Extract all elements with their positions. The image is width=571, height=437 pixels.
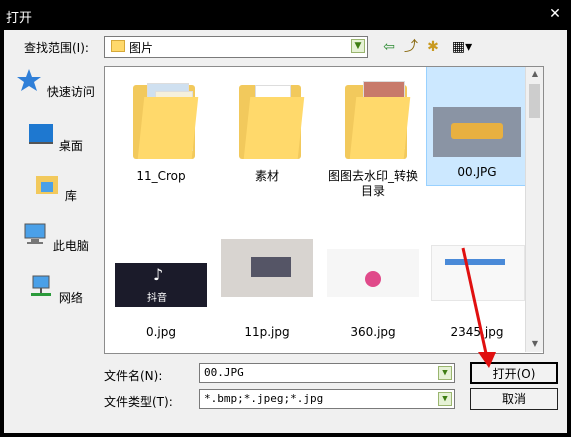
image-thumbnail bbox=[217, 239, 317, 351]
folder-icon bbox=[323, 71, 423, 169]
look-in-label: 查找范围(I): bbox=[24, 41, 89, 55]
place-library[interactable]: 库 bbox=[14, 172, 96, 204]
network-icon bbox=[31, 275, 52, 296]
place-label: 网络 bbox=[58, 291, 83, 305]
place-label: 库 bbox=[64, 189, 77, 203]
star-icon bbox=[17, 69, 42, 91]
file-item-folder[interactable]: 素材 bbox=[217, 71, 317, 184]
dialog-body: 查找范围(I): 图片 ▼ ⇦ ⤴ ✱ ▦▾ 快速访问 桌面 库 此电脑 网络 … bbox=[4, 30, 567, 433]
file-name: 00.JPG bbox=[457, 165, 497, 179]
filename-label: 文件名(N): bbox=[104, 369, 163, 383]
file-item-image[interactable]: 360.jpg bbox=[323, 239, 423, 340]
open-file-dialog: 打开 ✕ 查找范围(I): 图片 ▼ ⇦ ⤴ ✱ ▦▾ 快速访问 桌面 库 此电… bbox=[0, 0, 571, 437]
image-thumbnail bbox=[427, 67, 527, 165]
place-desktop[interactable]: 桌面 bbox=[14, 122, 96, 154]
place-quick-access[interactable]: 快速访问 bbox=[14, 68, 96, 100]
chevron-down-icon[interactable]: ▼ bbox=[438, 392, 452, 406]
dialog-title: 打开 bbox=[6, 11, 33, 26]
filetype-value: *.bmp;*.jpeg;*.jpg bbox=[204, 392, 324, 405]
scrollbar-thumb[interactable] bbox=[529, 84, 540, 118]
file-name: 素材 bbox=[254, 169, 279, 183]
places-bar: 快速访问 桌面 库 此电脑 网络 bbox=[14, 66, 96, 354]
folder-icon bbox=[111, 40, 125, 52]
cancel-button[interactable]: 取消 bbox=[470, 388, 558, 410]
close-icon[interactable]: ✕ bbox=[547, 6, 563, 22]
back-icon[interactable]: ⇦ bbox=[380, 38, 398, 56]
image-thumbnail bbox=[427, 239, 527, 351]
file-item-image[interactable]: ♪ 抖音 0.jpg bbox=[111, 239, 211, 340]
scroll-up-icon[interactable]: ▲ bbox=[526, 67, 543, 82]
vertical-scrollbar[interactable]: ▲ ▼ bbox=[525, 67, 543, 352]
place-label: 快速访问 bbox=[46, 85, 95, 99]
title-bar: 打开 ✕ bbox=[0, 0, 571, 30]
file-list: 11_Crop 素材 图图去水印_转换目录 00.JPG ♪ 抖音 0.jpg … bbox=[104, 66, 544, 354]
library-icon bbox=[36, 176, 59, 194]
image-thumbnail bbox=[323, 239, 423, 351]
filetype-label: 文件类型(T): bbox=[104, 395, 173, 409]
file-name: 图图去水印_转换目录 bbox=[327, 169, 418, 198]
new-folder-icon[interactable]: ✱ bbox=[424, 38, 442, 56]
file-item-image[interactable]: 11p.jpg bbox=[217, 239, 317, 340]
file-item-selected[interactable]: 00.JPG bbox=[426, 67, 528, 186]
chevron-down-icon[interactable]: ▼ bbox=[438, 366, 452, 380]
up-folder-icon[interactable]: ⤴ bbox=[402, 38, 420, 56]
place-network[interactable]: 网络 bbox=[14, 274, 96, 306]
filename-value: 00.JPG bbox=[204, 366, 244, 379]
file-item-folder[interactable]: 11_Crop bbox=[111, 71, 211, 184]
look-in-combo[interactable]: 图片 ▼ bbox=[104, 36, 368, 58]
computer-icon bbox=[24, 223, 46, 244]
view-menu-icon[interactable]: ▦▾ bbox=[448, 38, 476, 56]
place-label: 桌面 bbox=[58, 139, 83, 153]
desktop-icon bbox=[29, 124, 54, 144]
place-label: 此电脑 bbox=[52, 239, 89, 253]
folder-icon bbox=[111, 71, 211, 169]
file-name: 11_Crop bbox=[136, 169, 186, 183]
open-button[interactable]: 打开(O) bbox=[470, 362, 558, 384]
file-item-folder[interactable]: 图图去水印_转换目录 bbox=[323, 71, 423, 199]
look-in-value: 图片 bbox=[129, 41, 154, 55]
scroll-down-icon[interactable]: ▼ bbox=[526, 336, 543, 352]
tiktok-logo: ♪ bbox=[153, 265, 164, 284]
file-item-image[interactable]: 2345.jpg bbox=[427, 239, 527, 340]
place-this-pc[interactable]: 此电脑 bbox=[14, 222, 96, 254]
filetype-select[interactable]: *.bmp;*.jpeg;*.jpg ▼ bbox=[199, 389, 455, 409]
thumbnail-text: 抖音 bbox=[147, 293, 167, 304]
filename-field[interactable]: 00.JPG ▼ bbox=[199, 363, 455, 383]
chevron-down-icon[interactable]: ▼ bbox=[351, 39, 365, 53]
folder-icon bbox=[217, 71, 317, 169]
image-thumbnail: ♪ 抖音 bbox=[111, 239, 211, 351]
